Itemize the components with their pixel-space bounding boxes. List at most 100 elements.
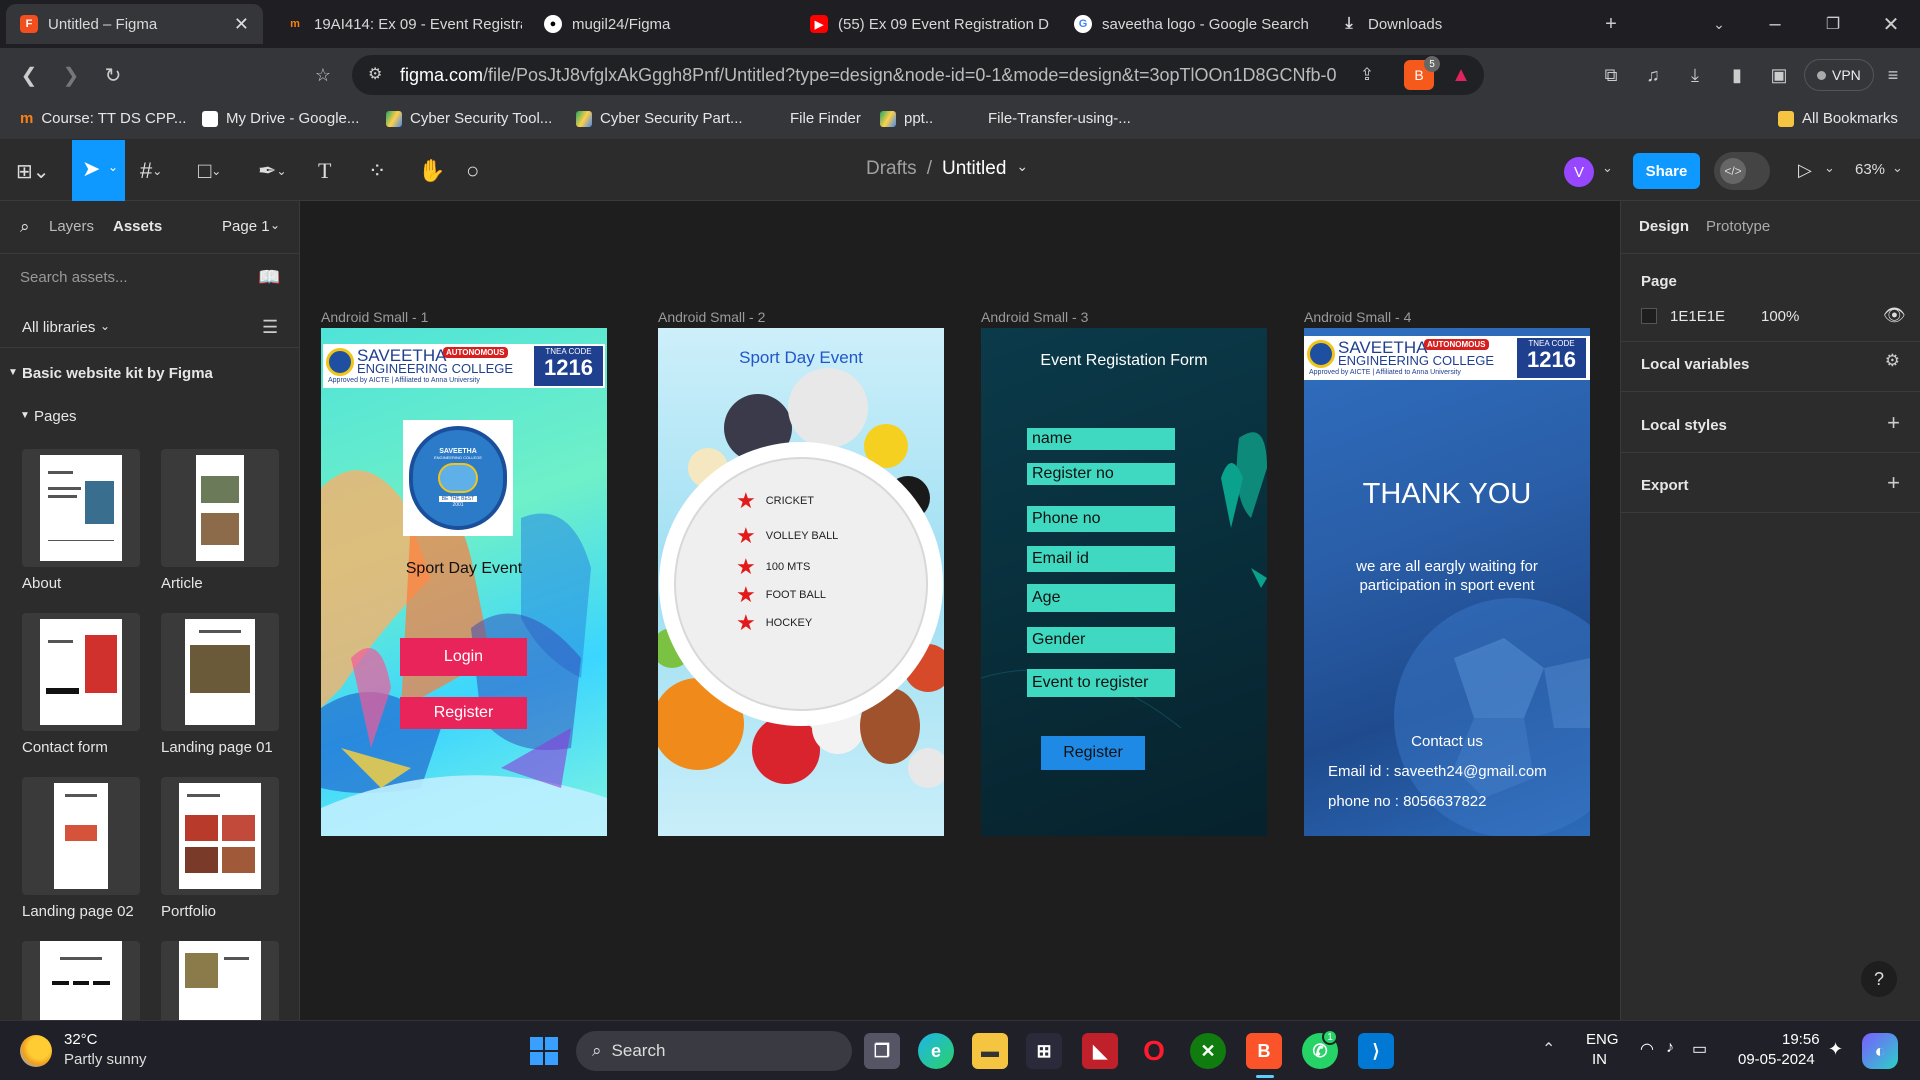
- tray-chevron-icon[interactable]: ⌃: [1542, 1039, 1555, 1059]
- app-icon[interactable]: ◣: [1082, 1033, 1118, 1069]
- weather-icon[interactable]: [20, 1035, 52, 1067]
- register-button[interactable]: Register: [400, 697, 527, 729]
- list-view-icon[interactable]: ☰: [262, 317, 278, 338]
- comment-icon[interactable]: ○: [466, 158, 479, 184]
- bookmark-item[interactable]: File-Transfer-using-...: [988, 110, 1131, 127]
- tab-design[interactable]: Design: [1639, 218, 1689, 235]
- tab-google[interactable]: G saveetha logo - Google Search: [1060, 4, 1320, 44]
- opera-icon[interactable]: O: [1136, 1033, 1172, 1069]
- weather-temp[interactable]: 32°C: [64, 1031, 98, 1048]
- name-field[interactable]: name: [1027, 428, 1175, 450]
- event-field[interactable]: Event to register: [1027, 669, 1175, 697]
- page-thumb-more[interactable]: [22, 941, 140, 1020]
- copilot-icon[interactable]: ◐: [1862, 1033, 1898, 1069]
- tab-moodle[interactable]: m 19AI414: Ex 09 - Event Registrat: [272, 4, 522, 44]
- clock-time[interactable]: 19:56: [1782, 1031, 1820, 1048]
- file-explorer-icon[interactable]: ▬: [972, 1033, 1008, 1069]
- reload-icon[interactable]: ↻: [100, 62, 126, 88]
- page-thumb-portfolio[interactable]: [161, 777, 279, 895]
- help-button[interactable]: ?: [1861, 961, 1897, 997]
- zoom-level[interactable]: 63%: [1855, 161, 1885, 178]
- tab-downloads[interactable]: ⤓ Downloads: [1326, 4, 1526, 44]
- frame-android-small-2[interactable]: Sport Day Event ★ CRICKET ★ VOLLEY BALL ★ 1…: [658, 328, 944, 836]
- xbox-icon[interactable]: ✕: [1190, 1033, 1226, 1069]
- caret-down-icon[interactable]: ▼: [8, 367, 18, 378]
- battery-icon[interactable]: ▭: [1692, 1039, 1707, 1059]
- media-icon[interactable]: ♫: [1640, 62, 1666, 88]
- chevron-down-icon[interactable]: ⌄: [100, 319, 110, 333]
- text-tool-icon[interactable]: T: [318, 158, 331, 184]
- page-color-opacity[interactable]: 100%: [1761, 308, 1799, 325]
- close-window-icon[interactable]: ✕: [1878, 11, 1904, 37]
- clock-date[interactable]: 09-05-2024: [1738, 1051, 1815, 1068]
- variables-settings-icon[interactable]: ⚙: [1885, 351, 1900, 371]
- shape-tool-icon[interactable]: □ ⌄: [198, 158, 221, 184]
- new-tab-icon[interactable]: +: [1598, 11, 1624, 37]
- page-thumb-more[interactable]: [161, 941, 279, 1020]
- back-icon[interactable]: ❮: [16, 62, 42, 88]
- libraries-select[interactable]: All libraries: [22, 319, 95, 336]
- pen-tool-icon[interactable]: ✒ ⌄: [258, 158, 287, 184]
- tab-prototype[interactable]: Prototype: [1706, 218, 1770, 235]
- vpn-button[interactable]: VPN: [1804, 59, 1874, 91]
- volume-icon[interactable]: ♪: [1666, 1039, 1674, 1057]
- minimize-icon[interactable]: –: [1762, 11, 1788, 37]
- export-heading[interactable]: Export: [1641, 477, 1689, 494]
- address-bar[interactable]: ⚙ figma.com/file/PosJtJ8vfglxAkGggh8Pnf/…: [352, 55, 1484, 95]
- breadcrumb-drafts[interactable]: Drafts: [866, 158, 917, 180]
- bookmark-item[interactable]: My Drive - Google...: [202, 110, 359, 127]
- tab-search-icon[interactable]: ⌄: [1706, 11, 1732, 37]
- chevron-down-icon[interactable]: ⌄: [270, 218, 280, 232]
- page-thumb-landing-02[interactable]: [22, 777, 140, 895]
- close-tab-icon[interactable]: ✕: [234, 14, 249, 35]
- page-thumb-contact-form[interactable]: [22, 613, 140, 731]
- extensions-icon[interactable]: ⧉: [1598, 62, 1624, 88]
- chevron-down-icon[interactable]: ⌄: [1824, 160, 1835, 176]
- windows-start-icon[interactable]: [526, 1033, 562, 1069]
- vscode-icon[interactable]: ⟩: [1358, 1033, 1394, 1069]
- hand-tool-icon[interactable]: ✋: [418, 158, 445, 184]
- brave-rewards-icon[interactable]: ▲: [1448, 62, 1474, 88]
- page-thumb-article[interactable]: [161, 449, 279, 567]
- menu-icon[interactable]: ≡: [1880, 62, 1906, 88]
- age-field[interactable]: Age: [1027, 584, 1175, 612]
- pages-heading[interactable]: Pages: [34, 408, 77, 425]
- share-page-icon[interactable]: ⇪: [1354, 62, 1380, 88]
- add-export-icon[interactable]: +: [1887, 470, 1900, 496]
- frame-label[interactable]: Android Small - 1: [321, 309, 428, 325]
- dev-mode-toggle[interactable]: </>: [1714, 152, 1770, 190]
- local-variables[interactable]: Local variables: [1641, 356, 1749, 373]
- form-register-button[interactable]: Register: [1041, 736, 1145, 770]
- bookmark-item[interactable]: File Finder: [790, 110, 861, 127]
- wifi-icon[interactable]: ◠: [1640, 1039, 1654, 1059]
- tab-github[interactable]: ● mugil24/Figma: [530, 4, 790, 44]
- frame-tool-icon[interactable]: # ⌄: [140, 158, 162, 184]
- tab-youtube[interactable]: ▶ (55) Ex 09 Event Registration D: [796, 4, 1054, 44]
- login-button[interactable]: Login: [400, 638, 527, 676]
- eye-icon[interactable]: 👁: [1883, 305, 1906, 326]
- move-tool[interactable]: ➤ ⌄: [72, 140, 125, 201]
- gender-field[interactable]: Gender: [1027, 627, 1175, 653]
- chevron-down-icon[interactable]: ⌄: [1602, 160, 1613, 176]
- brave-icon[interactable]: B: [1246, 1033, 1282, 1069]
- tab-layers[interactable]: Layers: [49, 218, 94, 235]
- local-styles[interactable]: Local styles: [1641, 417, 1727, 434]
- page-color-swatch[interactable]: [1641, 308, 1657, 324]
- edge-icon[interactable]: e: [918, 1033, 954, 1069]
- search-icon[interactable]: ⌕: [20, 217, 30, 237]
- present-icon[interactable]: ▷: [1798, 160, 1812, 181]
- language-top[interactable]: ENG: [1586, 1031, 1619, 1048]
- bookmark-item[interactable]: m Course: TT DS CPP...: [20, 110, 186, 127]
- caret-down-icon[interactable]: ▼: [20, 410, 30, 421]
- forward-icon[interactable]: ❯: [58, 62, 84, 88]
- tab-figma[interactable]: F Untitled – Figma ✕: [6, 4, 263, 44]
- page-color-hex[interactable]: 1E1E1E: [1670, 308, 1725, 325]
- search-assets-input[interactable]: Search assets...: [20, 269, 128, 286]
- bookmark-item[interactable]: ppt..: [880, 110, 933, 127]
- wallet-icon[interactable]: ▣: [1766, 62, 1792, 88]
- frame-android-small-4[interactable]: SAVEETHA AUTONOMOUS ENGINEERING COLLEGE …: [1304, 328, 1590, 836]
- weather-desc[interactable]: Partly sunny: [64, 1051, 147, 1068]
- add-style-icon[interactable]: +: [1887, 410, 1900, 436]
- store-icon[interactable]: ⊞: [1026, 1033, 1062, 1069]
- canvas[interactable]: Android Small - 1 SAVEETHA AUTONOMOUS EN…: [300, 201, 1620, 1020]
